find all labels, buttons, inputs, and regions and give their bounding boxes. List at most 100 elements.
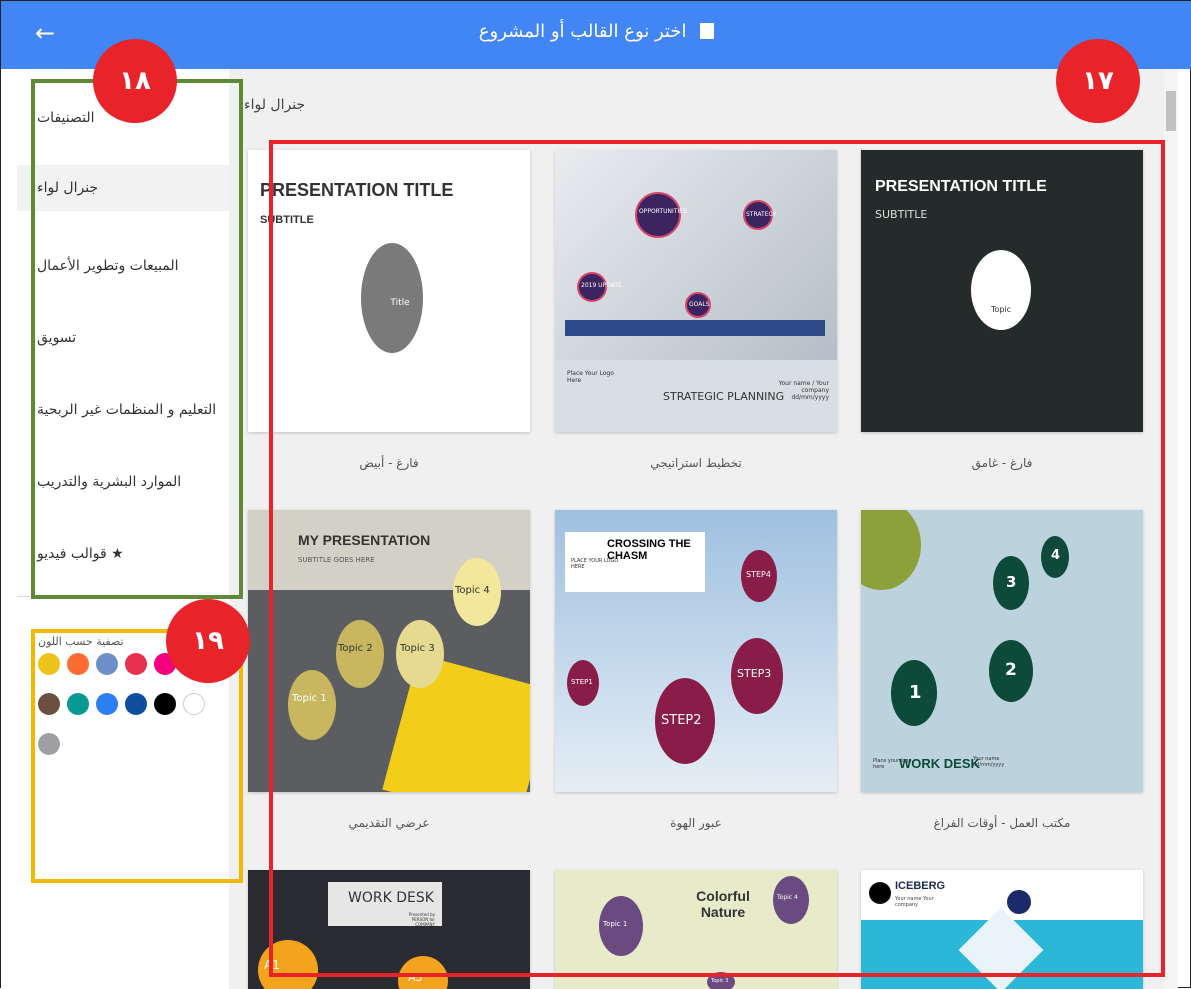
sidebar-divider xyxy=(17,596,229,597)
card-topic-circle xyxy=(396,620,444,688)
card-subtitle: SUBTITLE xyxy=(260,214,314,226)
page-title-text: اختر نوع القالب أو المشروع xyxy=(478,21,687,42)
color-filter-title: تصفية حسب اللون xyxy=(38,635,124,648)
template-label: عبور الهوة xyxy=(670,816,722,830)
card-step-2: STEP2 xyxy=(661,713,702,728)
template-card-my-presentation[interactable]: MY PRESENTATION SUBTITLE GOES HERE Topic… xyxy=(248,510,530,792)
scrollbar[interactable] xyxy=(1164,69,1178,989)
card-bubble-1-text: OPPORTUNITIES xyxy=(639,208,687,215)
template-card-blank-dark[interactable]: PRESENTATION TITLE SUBTITLE Topic xyxy=(861,150,1143,432)
card-bubble-4-text: GOALS xyxy=(689,301,710,308)
sidebar: التصنيفات جنرال لواء المبيعات وتطوير الأ… xyxy=(1,69,229,989)
card-topic-4: Topic 4 xyxy=(455,585,490,596)
color-swatch[interactable] xyxy=(67,653,89,675)
sidebar-item-sales[interactable]: المبيعات وتطوير الأعمال xyxy=(17,243,229,289)
template-label: تخطيط استراتيجي xyxy=(650,456,742,470)
annotation-badge-17: ١٧ xyxy=(1056,39,1140,123)
sidebar-item-label: جنرال لواء xyxy=(37,180,99,196)
sidebar-item-label: التصنيفات xyxy=(37,110,95,126)
sidebar-item-label: المبيعات وتطوير الأعمال xyxy=(37,258,179,274)
card-topic-circle xyxy=(288,670,336,740)
template-label: فارغ - غامق xyxy=(971,456,1033,470)
card-iceberg-shape xyxy=(958,907,1044,989)
template-card-work-desk-dark[interactable]: WORK DESK Presented by PERSON for COMPAN… xyxy=(248,870,530,989)
color-swatch[interactable] xyxy=(96,693,118,715)
template-card-blank-white[interactable]: PRESENTATION TITLE SUBTITLE Title xyxy=(248,150,530,432)
card-topic-3: Topic 3 xyxy=(400,643,435,654)
color-swatch[interactable] xyxy=(125,693,147,715)
sidebar-item-label: التعليم و المنظمات غير الربحية xyxy=(37,402,217,418)
card-step-1: STEP1 xyxy=(571,678,593,686)
sidebar-item-label: تسويق xyxy=(37,330,77,346)
card-step-4: STEP4 xyxy=(746,570,771,579)
card-number-1: 1 xyxy=(909,682,922,703)
template-label: عرضي التقديمي xyxy=(348,816,430,830)
card-topic-3: Topic 3 xyxy=(711,978,729,984)
card-meta: Your name Your company xyxy=(895,896,934,908)
card-headline: MY PRESENTATION xyxy=(298,532,431,548)
card-cup xyxy=(861,510,921,590)
template-card-strategic-planning[interactable]: OPPORTUNITIES STRATEGY 2019 UPDATE GOALS… xyxy=(555,150,837,432)
card-topic-1: Topic 1 xyxy=(603,920,628,928)
card-circle-text: Title xyxy=(390,298,410,308)
color-swatch[interactable] xyxy=(38,693,60,715)
color-swatch[interactable] xyxy=(154,693,176,715)
card-tag: A1 xyxy=(264,958,280,972)
sidebar-item-label: الموارد البشرية والتدريب xyxy=(37,474,182,490)
card-binder-strip xyxy=(565,320,825,336)
annotation-badge-19: ١٩ xyxy=(166,599,250,683)
sidebar-item-marketing[interactable]: تسويق xyxy=(17,315,229,361)
color-swatch[interactable] xyxy=(96,653,118,675)
card-headline: PRESENTATION TITLE xyxy=(875,178,1047,195)
color-swatch[interactable] xyxy=(67,693,89,715)
scrollbar-thumb[interactable] xyxy=(1166,91,1176,131)
card-circle xyxy=(971,250,1031,330)
card-number-2: 2 xyxy=(1005,660,1017,680)
card-step-3: STEP3 xyxy=(737,667,772,680)
section-title: جنرال لواء xyxy=(244,97,306,113)
template-label: فارغ - أبيض xyxy=(359,456,419,470)
card-headline: CROSSING THE CHASM xyxy=(607,538,691,562)
card-bubble-2-text: STRATEGY xyxy=(746,211,777,218)
color-swatch[interactable] xyxy=(125,653,147,675)
template-card-work-desk[interactable]: 1 2 3 4 Place your logo here WORK DESK Y… xyxy=(861,510,1143,792)
top-bar: ← اختر نوع القالب أو المشروع xyxy=(1,1,1191,69)
card-topic-2: Topic 2 xyxy=(338,643,373,654)
card-bubble-opportunities xyxy=(635,192,681,238)
card-number-3: 3 xyxy=(1006,573,1017,591)
card-tag: A3 xyxy=(408,971,423,984)
sidebar-item-general[interactable]: جنرال لواء xyxy=(17,165,229,211)
card-logo-dot xyxy=(869,882,891,904)
card-bubble xyxy=(1007,890,1031,914)
template-card-iceberg[interactable]: ICEBERG Your name Your company xyxy=(861,870,1143,989)
page-title: اختر نوع القالب أو المشروع xyxy=(1,21,1191,42)
card-meta: Your name dd/mm/yyyy xyxy=(973,756,1005,768)
card-headline: WORK DESK xyxy=(899,756,980,771)
template-label: مكتب العمل - أوقات الفراغ xyxy=(933,816,1071,830)
annotation-badge-18: ١٨ xyxy=(93,39,177,123)
color-swatch[interactable] xyxy=(38,733,60,755)
template-card-crossing-chasm[interactable]: PLACE YOUR LOGO HERE CROSSING THE CHASM … xyxy=(555,510,837,792)
card-logo-text: Place Your Logo Here xyxy=(567,370,614,384)
card-topic-4: Topic 4 xyxy=(777,894,798,901)
card-headline: ICEBERG xyxy=(895,880,946,892)
card-topic-circle xyxy=(336,620,384,688)
sidebar-item-hr[interactable]: الموارد البشرية والتدريب xyxy=(17,459,229,505)
card-subtitle: SUBTITLE GOES HERE xyxy=(298,556,375,564)
card-headline: WORK DESK xyxy=(348,890,434,906)
card-subtitle: SUBTITLE xyxy=(875,208,928,221)
card-orange-shape xyxy=(398,956,448,989)
card-bubble-3-text: 2019 UPDATE xyxy=(581,282,622,289)
sidebar-item-video[interactable]: قوالب فيديو ★ xyxy=(17,531,229,577)
template-card-colorful-nature[interactable]: Topic 1 Topic 4 Topic 3 Colorful Nature xyxy=(555,870,837,989)
sidebar-item-label: قوالب فيديو ★ xyxy=(37,546,124,562)
color-swatch[interactable] xyxy=(38,653,60,675)
card-headline: Colorful Nature xyxy=(696,888,750,920)
sidebar-item-education[interactable]: التعليم و المنظمات غير الربحية xyxy=(17,387,229,433)
card-note: Your name / Your company dd/mm/yyyy xyxy=(778,380,829,401)
card-circle-text: Topic xyxy=(990,305,1012,314)
card-caption: STRATEGIC PLANNING xyxy=(663,390,785,403)
color-swatch[interactable] xyxy=(183,693,205,715)
template-icon xyxy=(700,23,715,39)
card-topic-1: Topic 1 xyxy=(292,693,327,704)
